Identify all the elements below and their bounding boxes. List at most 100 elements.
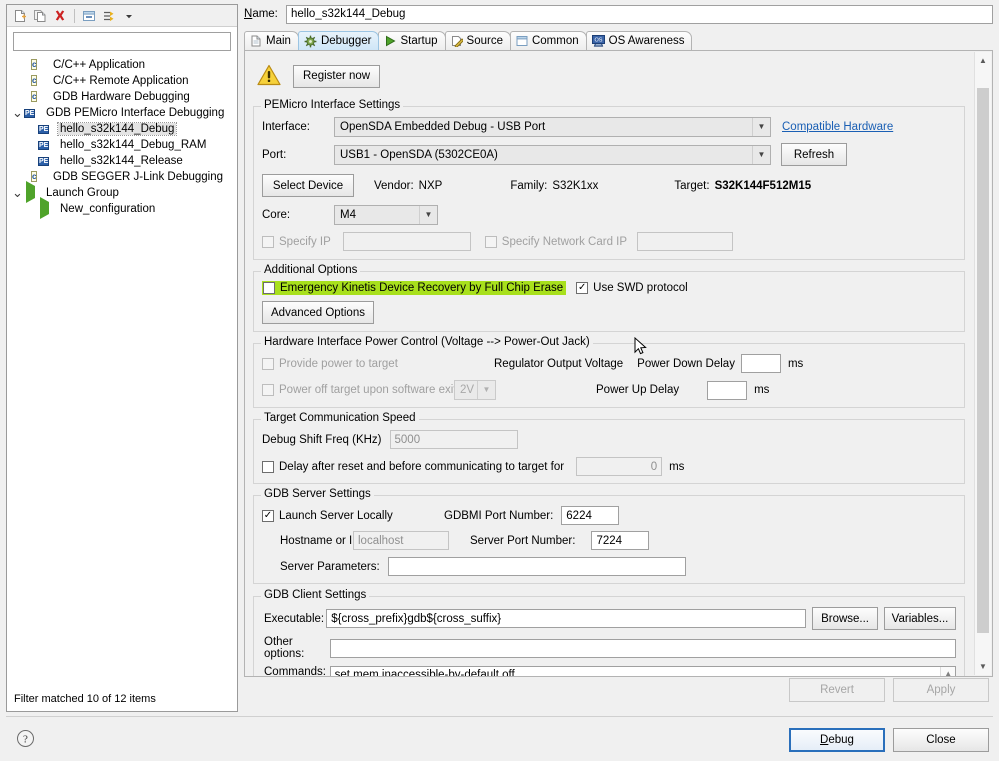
pemicro-interface-settings-group: PEMicro Interface Settings Interface: Op… xyxy=(253,99,965,260)
filter-input[interactable] xyxy=(13,32,231,51)
chevron-down-icon: ▼ xyxy=(477,381,495,399)
tree-item[interactable]: New_configuration xyxy=(7,197,237,219)
compatible-hardware-link[interactable]: Compatible Hardware xyxy=(782,121,893,133)
target-communication-speed-group: Target Communication Speed Debug Shift F… xyxy=(253,412,965,484)
delete-configuration-icon[interactable] xyxy=(50,7,70,25)
debug-shift-freq-input[interactable] xyxy=(389,430,518,449)
hostname-input[interactable] xyxy=(353,531,449,550)
target-communication-speed-title: Target Communication Speed xyxy=(261,412,419,424)
toolbar-separator xyxy=(74,8,75,23)
commands-textarea[interactable] xyxy=(330,667,941,676)
tab-os-awareness[interactable]: OS OS Awareness xyxy=(585,31,693,50)
server-port-input[interactable] xyxy=(591,531,650,550)
use-swd-protocol-checkbox[interactable]: ✓ Use SWD protocol xyxy=(576,282,688,294)
gdb-client-settings-title: GDB Client Settings xyxy=(261,589,370,601)
launch-server-locally-checkbox[interactable]: ✓ Launch Server Locally xyxy=(262,509,444,522)
apply-button[interactable]: Apply xyxy=(893,678,989,702)
core-dropdown[interactable]: M4 ▼ xyxy=(334,205,438,225)
pemicro-group-title: PEMicro Interface Settings xyxy=(261,99,404,111)
svg-text:?: ? xyxy=(23,734,28,746)
additional-options-title: Additional Options xyxy=(261,264,361,276)
tree-item[interactable]: PE hello_s32k144_Debug xyxy=(7,121,237,137)
register-now-button[interactable]: Register now xyxy=(293,64,381,88)
duplicate-configuration-icon[interactable] xyxy=(30,7,50,25)
power-off-on-exit-checkbox[interactable]: Power off target upon software exit xyxy=(262,384,457,396)
tab-debugger[interactable]: Debugger xyxy=(297,31,380,50)
other-options-input[interactable] xyxy=(329,638,956,658)
specify-ip-input[interactable] xyxy=(342,232,471,251)
interface-dropdown[interactable]: OpenSDA Embedded Debug - USB Port ▼ xyxy=(334,117,771,137)
server-parameters-label: Server Parameters: xyxy=(280,560,380,573)
scroll-down-icon[interactable]: ▼ xyxy=(975,658,991,675)
checkbox-box xyxy=(262,460,274,473)
advanced-options-button[interactable]: Advanced Options xyxy=(262,301,374,324)
server-parameters-input[interactable] xyxy=(387,557,686,576)
tree-item-label: hello_s32k144_Release xyxy=(60,155,183,167)
commands-textarea-wrapper: ▲ ▼ xyxy=(329,666,956,676)
delay-after-reset-input[interactable] xyxy=(576,457,663,476)
tab-strip[interactable]: Main Debugger Startup Source Common OS OS Awar… xyxy=(244,31,993,51)
name-label: Name: xyxy=(244,8,278,20)
tree-status-text: Filter matched 10 of 12 items xyxy=(14,693,156,705)
tab-startup[interactable]: Startup xyxy=(378,31,446,50)
gdbmi-port-label: GDBMI Port Number: xyxy=(444,509,554,522)
power-up-delay-input[interactable] xyxy=(707,380,748,400)
configuration-name-input[interactable] xyxy=(286,4,993,24)
scroll-up-icon[interactable]: ▲ xyxy=(944,669,952,676)
tree-item[interactable]: c C/C++ Remote Application xyxy=(7,73,237,89)
gdbmi-port-input[interactable] xyxy=(561,506,620,525)
scrollbar-thumb[interactable] xyxy=(977,88,989,633)
tree-item[interactable]: ⌄ PE GDB PEMicro Interface Debugging xyxy=(7,105,237,121)
tab-main[interactable]: Main xyxy=(244,31,299,50)
core-label: Core: xyxy=(262,209,291,221)
collapse-all-icon[interactable] xyxy=(79,7,99,25)
tree-item[interactable]: c GDB SEGGER J-Link Debugging xyxy=(7,169,237,185)
refresh-button[interactable]: Refresh xyxy=(781,143,847,166)
revert-button[interactable]: Revert xyxy=(789,678,885,702)
scroll-up-icon[interactable]: ▲ xyxy=(975,52,991,69)
variables-button[interactable]: Variables... xyxy=(884,607,956,630)
chevron-down-icon[interactable]: ⌄ xyxy=(11,106,24,119)
select-device-button[interactable]: Select Device xyxy=(262,174,354,197)
tree-item[interactable]: c C/C++ Application xyxy=(7,57,237,73)
tree-item-label: Launch Group xyxy=(46,187,119,199)
specify-ip-checkbox[interactable]: Specify IP xyxy=(262,235,331,248)
view-menu-chevron-icon[interactable] xyxy=(119,7,139,25)
help-icon[interactable]: ? xyxy=(16,729,35,751)
emergency-kinetis-recovery-checkbox[interactable]: Emergency Kinetis Device Recovery by Ful… xyxy=(262,281,567,295)
delay-after-reset-checkbox[interactable]: Delay after reset and before communicati… xyxy=(262,460,564,473)
executable-input[interactable] xyxy=(326,609,807,628)
port-dropdown[interactable]: USB1 - OpenSDA (5302CE0A) ▼ xyxy=(334,144,771,165)
new-configuration-icon[interactable] xyxy=(10,7,30,25)
filter-configurations-icon[interactable] xyxy=(99,7,119,25)
close-button[interactable]: Close xyxy=(893,728,989,752)
tree-item[interactable]: c GDB Hardware Debugging xyxy=(7,89,237,105)
tree-item-label: hello_s32k144_Debug xyxy=(56,122,178,136)
tab-common[interactable]: Common xyxy=(509,31,587,50)
tree-item-label: GDB PEMicro Interface Debugging xyxy=(46,107,225,119)
specify-network-card-ip-checkbox[interactable]: Specify Network Card IP xyxy=(484,235,627,248)
gdb-server-settings-title: GDB Server Settings xyxy=(261,488,374,500)
dialog-buttons: Debug Close xyxy=(789,728,989,752)
power-control-group: Hardware Interface Power Control (Voltag… xyxy=(253,336,965,408)
debugger-vertical-scrollbar[interactable]: ▲ ▼ xyxy=(974,52,991,675)
regulator-voltage-dropdown[interactable]: 2V ▼ xyxy=(454,380,496,400)
tree-item[interactable]: PE hello_s32k144_Release xyxy=(7,153,237,169)
commands-scrollbar[interactable]: ▲ ▼ xyxy=(940,667,955,676)
specify-network-card-ip-input[interactable] xyxy=(637,232,734,251)
revert-label: Revert xyxy=(820,684,854,696)
tree-item-label: GDB Hardware Debugging xyxy=(53,91,190,103)
configuration-tree[interactable]: c C/C++ Application c C/C++ Remote Applicat… xyxy=(7,55,237,219)
provide-power-checkbox[interactable]: Provide power to target xyxy=(262,357,494,370)
chevron-down-icon[interactable]: ⌄ xyxy=(11,186,24,199)
svg-text:OS: OS xyxy=(594,38,602,44)
tree-item[interactable]: PE hello_s32k144_Debug_RAM xyxy=(7,137,237,153)
c-file-icon: c xyxy=(31,59,38,70)
debug-button[interactable]: Debug xyxy=(789,728,885,752)
tab-source[interactable]: Source xyxy=(444,31,511,50)
power-down-delay-input[interactable] xyxy=(740,354,781,373)
browse-button[interactable]: Browse... xyxy=(812,607,878,630)
other-options-label: Other options: xyxy=(264,636,305,660)
chevron-down-icon: ▼ xyxy=(419,206,437,224)
os-icon: OS xyxy=(591,35,605,47)
